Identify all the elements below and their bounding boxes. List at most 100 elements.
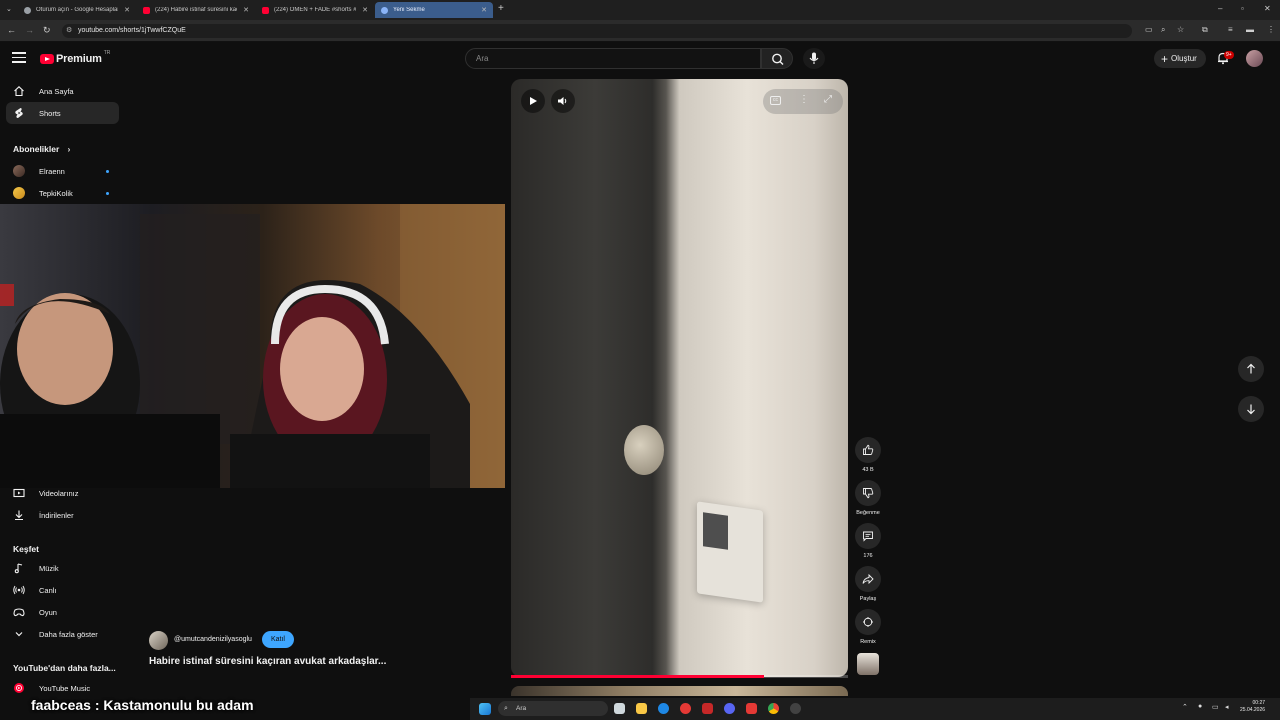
app-icon-red[interactable] xyxy=(702,703,713,714)
speaker-icon[interactable]: ◂ xyxy=(1225,703,1229,711)
subscriptions-heading[interactable]: Abonelikler › xyxy=(13,144,70,154)
tab-close-icon[interactable]: ✕ xyxy=(124,6,130,14)
taskbar-search[interactable]: ⌕ Ara xyxy=(498,701,608,716)
video-frame-doorknob xyxy=(624,425,664,475)
comments-button[interactable]: 176 xyxy=(855,523,881,559)
browser-menu-icon[interactable]: ⋮ xyxy=(1267,25,1275,34)
sidebar-item-label: Videolarınız xyxy=(39,488,79,498)
windows-start-icon[interactable] xyxy=(479,703,491,715)
your-videos-icon xyxy=(12,486,26,500)
sidebar-show-more[interactable]: Daha fazla göster xyxy=(0,623,127,645)
close-window-icon[interactable]: ✕ xyxy=(1264,4,1271,13)
fullscreen-icon[interactable]: ⤢ xyxy=(824,94,832,105)
search-input[interactable]: Ara xyxy=(465,48,761,69)
microphone-icon xyxy=(809,52,819,64)
cast-icon[interactable]: ▭ xyxy=(1145,25,1153,34)
share-label: Paylaş xyxy=(859,596,877,602)
tab-title: (224) Habire istinaf süresini kaç xyxy=(155,7,238,13)
new-content-dot xyxy=(106,192,109,195)
hamburger-menu-icon[interactable] xyxy=(12,52,26,64)
search-button[interactable] xyxy=(761,48,793,69)
taskbar-clock[interactable]: 00:27 25.04.2026 xyxy=(1240,700,1265,714)
profile-icon[interactable]: ▬ xyxy=(1246,25,1254,34)
tray-chevron-up-icon[interactable]: ⌃ xyxy=(1182,703,1188,711)
sidebar-item-music[interactable]: Müzik xyxy=(0,557,127,579)
short-title[interactable]: Habire istinaf süresini kaçıran avukat a… xyxy=(149,656,386,667)
youtube-premium-logo[interactable]: Premium TR xyxy=(40,50,111,67)
app-icon-recorder[interactable] xyxy=(746,703,757,714)
next-short-button[interactable] xyxy=(1238,396,1264,422)
dislike-button[interactable]: Beğenme xyxy=(855,480,881,516)
chat-text: Kastamonulu bu adam xyxy=(103,697,254,713)
playlist-icon[interactable]: ≡ xyxy=(1228,25,1233,34)
microphone-tray-icon[interactable]: ● xyxy=(1198,703,1202,710)
opera-browser-icon[interactable] xyxy=(680,703,691,714)
stream-chat-message: faabceas : Kastamonulu bu adam xyxy=(31,697,254,713)
voice-search-button[interactable] xyxy=(803,48,825,69)
extensions-icon[interactable]: ⧉ xyxy=(1202,25,1208,35)
back-arrow-icon[interactable]: ← xyxy=(7,25,16,35)
browser-tab-youtube-short-2[interactable]: (224) OMEN + FADE #shorts #v ✕ xyxy=(256,2,374,18)
network-icon[interactable]: ▭ xyxy=(1212,703,1219,711)
video-progress-bar[interactable] xyxy=(511,675,848,678)
create-button[interactable]: + Oluştur xyxy=(1154,49,1206,68)
task-view-icon[interactable] xyxy=(614,703,625,714)
volume-button[interactable] xyxy=(551,89,575,113)
zoom-icon[interactable]: ⌕ xyxy=(1161,25,1165,35)
shorts-video-player[interactable]: cc ⋮ ⤢ xyxy=(511,79,848,677)
new-tab-plus-icon[interactable]: + xyxy=(498,3,504,14)
tab-close-icon[interactable]: ✕ xyxy=(481,6,487,14)
bookmark-star-icon[interactable]: ☆ xyxy=(1177,25,1184,34)
logo-region: TR xyxy=(103,50,111,56)
next-short-preview[interactable] xyxy=(511,686,848,696)
browser-tab-youtube-short-1[interactable]: (224) Habire istinaf süresini kaç ✕ xyxy=(137,2,255,18)
url-field[interactable]: ⚙ youtube.com/shorts/1jTwwfCZQuE xyxy=(62,24,1132,38)
browser-tab-new-tab[interactable]: Yeni Sekme ✕ xyxy=(375,2,493,18)
previous-short-button[interactable] xyxy=(1238,356,1264,382)
sidebar-item-gaming[interactable]: Oyun xyxy=(0,601,127,623)
plus-icon: + xyxy=(1161,51,1169,66)
channel-avatar[interactable] xyxy=(149,631,168,650)
tab-title: Oturum açın - Google Hesapları xyxy=(36,7,119,13)
sidebar-item-home[interactable]: Ana Sayfa xyxy=(0,80,127,102)
browser-tab-google-accounts[interactable]: Oturum açın - Google Hesapları ✕ xyxy=(18,2,136,18)
sidebar-item-label: Canlı xyxy=(39,585,57,595)
channel-avatar xyxy=(13,165,25,177)
sidebar-item-downloads[interactable]: İndirilenler xyxy=(0,504,127,526)
forward-arrow-icon[interactable]: → xyxy=(25,25,34,35)
chrome-favicon-icon xyxy=(381,6,388,14)
like-button[interactable]: 43 B xyxy=(855,437,881,473)
more-options-icon[interactable]: ⋮ xyxy=(799,94,809,105)
channel-handle[interactable]: @umutcandenizilyasoglu xyxy=(174,636,252,643)
play-button[interactable] xyxy=(521,89,545,113)
sidebar-item-label: İndirilenler xyxy=(39,510,74,520)
sidebar-item-label: Daha fazla göster xyxy=(39,629,98,639)
progress-fill xyxy=(511,675,764,678)
app-icon-obs[interactable] xyxy=(790,703,801,714)
chevron-down-icon xyxy=(12,627,26,641)
reload-icon[interactable]: ↻ xyxy=(43,25,51,36)
tab-close-icon[interactable]: ✕ xyxy=(362,6,368,14)
sidebar-item-live[interactable]: Canlı xyxy=(0,579,127,601)
sound-thumbnail[interactable] xyxy=(857,653,879,675)
tab-search-icon[interactable]: ⌄ xyxy=(6,5,12,13)
edge-browser-icon[interactable] xyxy=(658,703,669,714)
comment-count: 176 xyxy=(863,553,873,559)
url-text: youtube.com/shorts/1jTwwfCZQuE xyxy=(78,27,186,34)
file-explorer-icon[interactable] xyxy=(636,703,647,714)
account-avatar[interactable] xyxy=(1246,50,1263,67)
captions-icon[interactable]: cc xyxy=(770,96,781,105)
share-button[interactable]: Paylaş xyxy=(855,566,881,602)
chrome-browser-icon[interactable] xyxy=(768,703,779,714)
sidebar-item-youtube-music[interactable]: YouTube Music xyxy=(0,677,127,699)
site-info-icon[interactable]: ⚙ xyxy=(66,24,72,38)
minimize-window-icon[interactable]: – xyxy=(1218,4,1222,13)
discord-icon[interactable] xyxy=(724,703,735,714)
restore-window-icon[interactable]: ▫ xyxy=(1241,4,1244,13)
sidebar-item-label: YouTube Music xyxy=(39,683,91,693)
remix-button[interactable]: Remix xyxy=(855,609,881,645)
join-button[interactable]: Katıl xyxy=(262,631,294,648)
youtube-play-logo-icon xyxy=(40,54,54,64)
tab-close-icon[interactable]: ✕ xyxy=(243,6,249,14)
sidebar-item-shorts[interactable]: Shorts xyxy=(6,102,119,124)
